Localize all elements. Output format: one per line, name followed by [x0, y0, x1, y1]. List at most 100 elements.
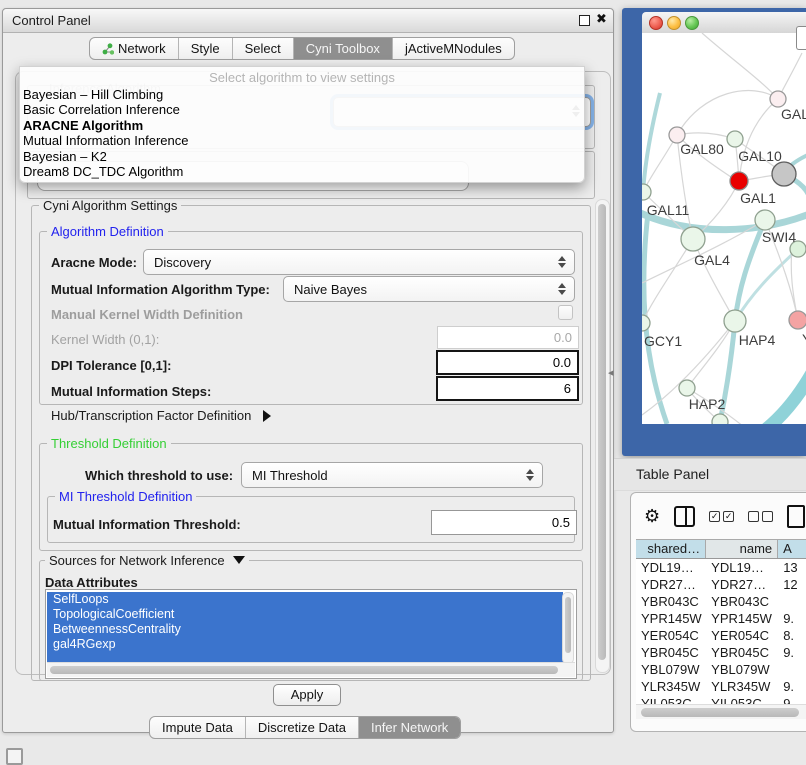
- algorithm-option[interactable]: ARACNE Algorithm: [20, 118, 584, 133]
- node-GCY1[interactable]: [642, 315, 650, 331]
- hub-tf-expander[interactable]: Hub/Transcription Factor Definition: [51, 408, 271, 423]
- mi-algorithm-type-combo[interactable]: Naive Bayes: [283, 276, 575, 302]
- column-header-1[interactable]: shared…: [636, 540, 706, 558]
- attributes-hscrollbar[interactable]: [47, 662, 575, 677]
- attributes-vscrollbar[interactable]: [562, 592, 574, 664]
- mi-algorithm-type-label: Mutual Information Algorithm Type:: [51, 282, 270, 297]
- cutoff-widget-box: [796, 26, 806, 50]
- column-header-3[interactable]: A: [778, 540, 806, 558]
- float-panel-icon[interactable]: [579, 15, 590, 26]
- node-bottom-green[interactable]: [712, 414, 728, 424]
- table-cell: YBR043C: [706, 593, 778, 610]
- table-row[interactable]: YPR145WYPR145W9.: [636, 610, 806, 627]
- table-row[interactable]: YDL19…YDL19…13: [636, 559, 806, 576]
- node-label-GAL80: GAL80: [680, 141, 724, 157]
- control-panel-window: Control Panel ✖ NetworkStyleSelectCyni T…: [2, 8, 614, 733]
- table-toolbar: ⚙ ✓✓: [631, 501, 806, 531]
- gear-icon[interactable]: ⚙: [644, 507, 660, 525]
- attribute-item[interactable]: TopologicalCoefficient: [47, 607, 563, 622]
- kernel-width-field[interactable]: 0.0: [437, 326, 579, 349]
- node-HAP2[interactable]: [679, 380, 695, 396]
- table-row[interactable]: YLR345WYLR345W9.: [636, 678, 806, 695]
- which-threshold-combo[interactable]: MI Threshold: [241, 462, 543, 488]
- control-panel-titlebar[interactable]: Control Panel ✖: [3, 9, 613, 33]
- manual-kernel-width-checkbox[interactable]: [558, 305, 573, 320]
- table-cell: YDL19…: [706, 559, 778, 576]
- close-panel-icon[interactable]: ✖: [596, 11, 607, 27]
- table-container: ⚙ ✓✓ shared…nameA YDL19…YDL19…13YDR27…YD…: [630, 492, 806, 732]
- splitter-collapse-arrow[interactable]: ◂: [608, 366, 614, 379]
- attribute-item[interactable]: SelfLoops: [47, 592, 563, 607]
- new-table-icon[interactable]: [787, 505, 805, 528]
- bottom-tab-strip: Impute DataDiscretize DataInfer Network: [149, 716, 461, 739]
- which-threshold-label: Which threshold to use:: [85, 468, 233, 483]
- tab-style[interactable]: Style: [179, 38, 233, 59]
- settings-scrollbar[interactable]: [595, 199, 610, 673]
- attribute-item[interactable]: gal4RGexp: [47, 637, 563, 652]
- attribute-item[interactable]: BetweennessCentrality: [47, 622, 563, 637]
- node-GAL4[interactable]: [681, 227, 705, 251]
- data-attributes-label: Data Attributes: [45, 575, 138, 590]
- kernel-width-label: Kernel Width (0,1):: [51, 332, 159, 347]
- tab-select[interactable]: Select: [233, 38, 294, 59]
- expander-right-icon: [263, 410, 271, 422]
- close-window-icon[interactable]: [649, 16, 663, 30]
- deselect-all-columns-icon[interactable]: [748, 511, 773, 522]
- expander-down-icon: [233, 556, 245, 564]
- table-panel-title: Table Panel: [636, 466, 709, 482]
- table-cell: YBL079W: [636, 661, 706, 678]
- table-row[interactable]: YBR043CYBR043C: [636, 593, 806, 610]
- node-label-GAL10: GAL10: [738, 148, 782, 164]
- table-hscrollbar[interactable]: [636, 704, 806, 719]
- algorithm-option[interactable]: Dream8 DC_TDC Algorithm: [20, 164, 584, 179]
- table-cell: YPR145W: [706, 610, 778, 627]
- tab-discretize-data[interactable]: Discretize Data: [246, 717, 359, 738]
- tab-network[interactable]: Network: [90, 38, 179, 59]
- dpi-tolerance-field[interactable]: 0.0: [436, 350, 579, 375]
- dpi-tolerance-label: DPI Tolerance [0,1]:: [51, 358, 171, 373]
- table-cell: YER054C: [706, 627, 778, 644]
- node-salmon-cut[interactable]: [789, 311, 806, 329]
- columns-icon[interactable]: [674, 506, 695, 527]
- aracne-mode-combo[interactable]: Discovery: [143, 249, 575, 275]
- table-cell: YDR27…: [636, 576, 706, 593]
- bottom-left-panel-icon[interactable]: [6, 748, 23, 765]
- aracne-mode-label: Aracne Mode:: [51, 255, 137, 270]
- zoom-window-icon[interactable]: [685, 16, 699, 30]
- mi-threshold-label: Mutual Information Threshold:: [53, 517, 241, 532]
- network-canvas[interactable]: GALGAL80GAL10GAL1GAL11SWI4GAL4GCY1HAP4YH…: [642, 33, 806, 424]
- node-label-SWI4: SWI4: [762, 229, 796, 245]
- table-row[interactable]: YER054CYER054C8.: [636, 627, 806, 644]
- node-GAL10[interactable]: [727, 131, 743, 147]
- node-GAL1[interactable]: [730, 172, 748, 190]
- algorithm-option[interactable]: Bayesian – Hill Climbing: [20, 87, 584, 102]
- sources-group-label[interactable]: Sources for Network Inference: [45, 554, 249, 567]
- node-gal-cut[interactable]: [770, 91, 786, 107]
- aracne-mode-value: Discovery: [144, 255, 554, 270]
- apply-button[interactable]: Apply: [273, 684, 341, 706]
- network-window-titlebar[interactable]: [642, 12, 806, 34]
- tab-infer-network[interactable]: Infer Network: [359, 717, 460, 738]
- select-all-columns-icon[interactable]: ✓✓: [709, 511, 734, 522]
- table-row[interactable]: YDR27…YDR27…12: [636, 576, 806, 593]
- tab-cyni-toolbox[interactable]: Cyni Toolbox: [294, 38, 393, 59]
- algorithm-option[interactable]: Bayesian – K2: [20, 149, 584, 164]
- node-SWI4[interactable]: [755, 210, 775, 230]
- tab-jactivemnodules[interactable]: jActiveMNodules: [393, 38, 514, 59]
- tab-impute-data[interactable]: Impute Data: [150, 717, 246, 738]
- table-cell: 9.: [778, 644, 806, 661]
- minimize-window-icon[interactable]: [667, 16, 681, 30]
- mi-steps-field[interactable]: 6: [436, 376, 579, 401]
- node-label-HAP4: HAP4: [739, 332, 776, 348]
- table-row[interactable]: YBR045CYBR045C9.: [636, 644, 806, 661]
- table-row[interactable]: YIL053CYIL053C9.: [636, 695, 806, 704]
- node-gray-node[interactable]: [772, 162, 796, 186]
- column-header-2[interactable]: name: [706, 540, 778, 558]
- node-HAP4[interactable]: [724, 310, 746, 332]
- table-cell: [778, 661, 806, 678]
- algorithm-option[interactable]: Basic Correlation Inference: [20, 102, 584, 117]
- algorithm-option[interactable]: Mutual Information Inference: [20, 133, 584, 148]
- mi-threshold-field[interactable]: 0.5: [431, 510, 577, 535]
- data-attributes-list[interactable]: SelfLoopsTopologicalCoefficientBetweenne…: [45, 589, 577, 679]
- table-row[interactable]: YBL079WYBL079W: [636, 661, 806, 678]
